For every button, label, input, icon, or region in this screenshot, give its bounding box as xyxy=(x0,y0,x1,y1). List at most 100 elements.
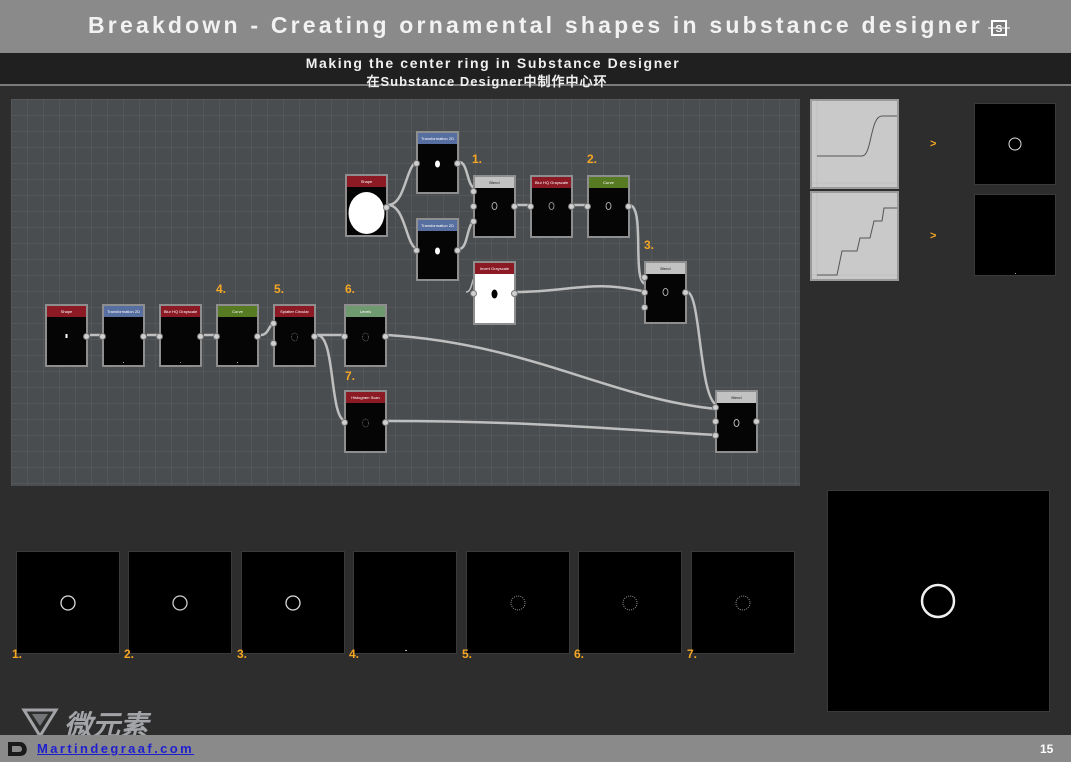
node-transformation-2d-a[interactable]: Transformation 2D xyxy=(413,131,461,194)
preview-ring xyxy=(491,202,498,210)
output-port[interactable] xyxy=(511,203,518,210)
node-blur-hq-grayscale-b[interactable]: Blur HQ Grayscale xyxy=(156,304,204,367)
output-port[interactable] xyxy=(511,290,518,297)
input-port[interactable] xyxy=(156,333,163,340)
output-port[interactable] xyxy=(682,289,689,296)
input-port[interactable] xyxy=(641,274,648,281)
input-port[interactable] xyxy=(470,203,477,210)
input-port[interactable] xyxy=(712,418,719,425)
input-port[interactable] xyxy=(527,203,534,210)
input-port[interactable] xyxy=(712,404,719,411)
preview-disc xyxy=(348,192,385,234)
preview-ring xyxy=(662,288,669,296)
node-label: Transformation 2D xyxy=(418,133,457,144)
output-port[interactable] xyxy=(382,419,389,426)
output-port[interactable] xyxy=(311,333,318,340)
node-curve-a[interactable]: Curve xyxy=(584,175,632,238)
preview-inverted-dot xyxy=(475,274,514,323)
preview-label-6: 6. xyxy=(574,647,585,661)
input-port[interactable] xyxy=(413,247,420,254)
input-port[interactable] xyxy=(641,304,648,311)
output-port[interactable] xyxy=(197,333,204,340)
node-blend-final[interactable]: Blend xyxy=(712,390,760,453)
step-label-1: 1. xyxy=(472,152,483,166)
node-levels[interactable]: Levels xyxy=(341,304,389,367)
preview-5 xyxy=(466,551,570,654)
node-label: Levels xyxy=(346,306,385,317)
preview-ring xyxy=(285,595,301,611)
node-label: Splatter Circular xyxy=(275,306,314,317)
node-label: Invert Grayscale xyxy=(475,263,514,274)
node-label: Blend xyxy=(646,263,685,274)
arrow-2: > xyxy=(930,230,937,242)
node-splatter-circular[interactable]: Splatter Circular xyxy=(270,304,318,367)
input-port[interactable] xyxy=(470,290,477,297)
speck-thumb xyxy=(1015,273,1016,274)
input-port[interactable] xyxy=(341,333,348,340)
curve-editor-1 xyxy=(810,99,899,189)
node-graph[interactable]: Shape Transformation 2D Transformation 2… xyxy=(11,99,800,486)
output-port[interactable] xyxy=(140,333,147,340)
website-link[interactable]: Martindegraaf.com xyxy=(37,741,194,756)
preview-dotted-ring xyxy=(362,332,369,342)
input-port[interactable] xyxy=(270,320,277,327)
curve-graph xyxy=(812,193,897,279)
preview-small-bar xyxy=(65,334,68,338)
input-port[interactable] xyxy=(712,432,719,439)
final-ring xyxy=(920,583,956,619)
node-transformation-2d-c[interactable]: Transformation 2D xyxy=(99,304,147,367)
output-port[interactable] xyxy=(254,333,261,340)
output-port[interactable] xyxy=(382,333,389,340)
input-port[interactable] xyxy=(270,340,277,347)
input-port[interactable] xyxy=(213,333,220,340)
input-port[interactable] xyxy=(470,188,477,195)
preview-speck xyxy=(180,362,181,363)
node-blend-3[interactable]: Blend xyxy=(641,261,689,324)
node-label: Curve xyxy=(589,177,628,188)
preview-ring xyxy=(548,202,555,210)
output-port[interactable] xyxy=(83,333,90,340)
preview-label-3: 3. xyxy=(237,647,248,661)
input-port[interactable] xyxy=(341,419,348,426)
input-port[interactable] xyxy=(641,289,648,296)
node-label: Blend xyxy=(717,392,756,403)
node-blur-hq-grayscale-a[interactable]: Blur HQ Grayscale xyxy=(527,175,575,238)
preview-1 xyxy=(16,551,120,654)
preview-label-4: 4. xyxy=(349,647,360,661)
substance-logo-icon: S xyxy=(988,20,1010,36)
node-blend-1[interactable]: Blend xyxy=(470,175,518,238)
author-logo-icon xyxy=(8,742,27,756)
title-bar: Breakdown - Creating ornamental shapes i… xyxy=(0,0,1071,53)
node-label: Transformation 2D xyxy=(418,220,457,231)
page-number: 15 xyxy=(1040,742,1054,756)
input-port[interactable] xyxy=(470,218,477,225)
arrow-1: > xyxy=(930,138,937,150)
output-port[interactable] xyxy=(568,203,575,210)
node-label: Transformation 2D xyxy=(104,306,143,317)
step-label-2: 2. xyxy=(587,152,598,166)
node-label: Blur HQ Grayscale xyxy=(532,177,571,188)
curve-editor-2 xyxy=(810,191,899,281)
step-label-4: 4. xyxy=(216,282,227,296)
node-label: Shape xyxy=(347,176,386,187)
preview-label-2: 2. xyxy=(124,647,135,661)
input-port[interactable] xyxy=(413,160,420,167)
input-port[interactable] xyxy=(584,203,591,210)
step-label-3: 3. xyxy=(644,238,655,252)
node-shape-small[interactable]: Shape xyxy=(45,304,90,367)
node-invert-grayscale[interactable]: Invert Grayscale xyxy=(470,261,518,325)
input-port[interactable] xyxy=(99,333,106,340)
node-shape-disc[interactable]: Shape xyxy=(345,174,390,237)
node-curve-b[interactable]: Curve xyxy=(213,304,261,367)
output-port[interactable] xyxy=(383,204,390,211)
node-transformation-2d-b[interactable]: Transformation 2D xyxy=(413,218,461,281)
output-port[interactable] xyxy=(753,418,760,425)
output-port[interactable] xyxy=(454,247,461,254)
preview-label-7: 7. xyxy=(687,647,698,661)
subtitle-english: Making the center ring in Substance Desi… xyxy=(305,55,681,71)
output-port[interactable] xyxy=(454,160,461,167)
curve-result-2 xyxy=(974,194,1056,276)
output-port[interactable] xyxy=(625,203,632,210)
preview-speck xyxy=(123,362,124,363)
node-histogram-scan[interactable]: Histogram Scan xyxy=(341,390,389,453)
